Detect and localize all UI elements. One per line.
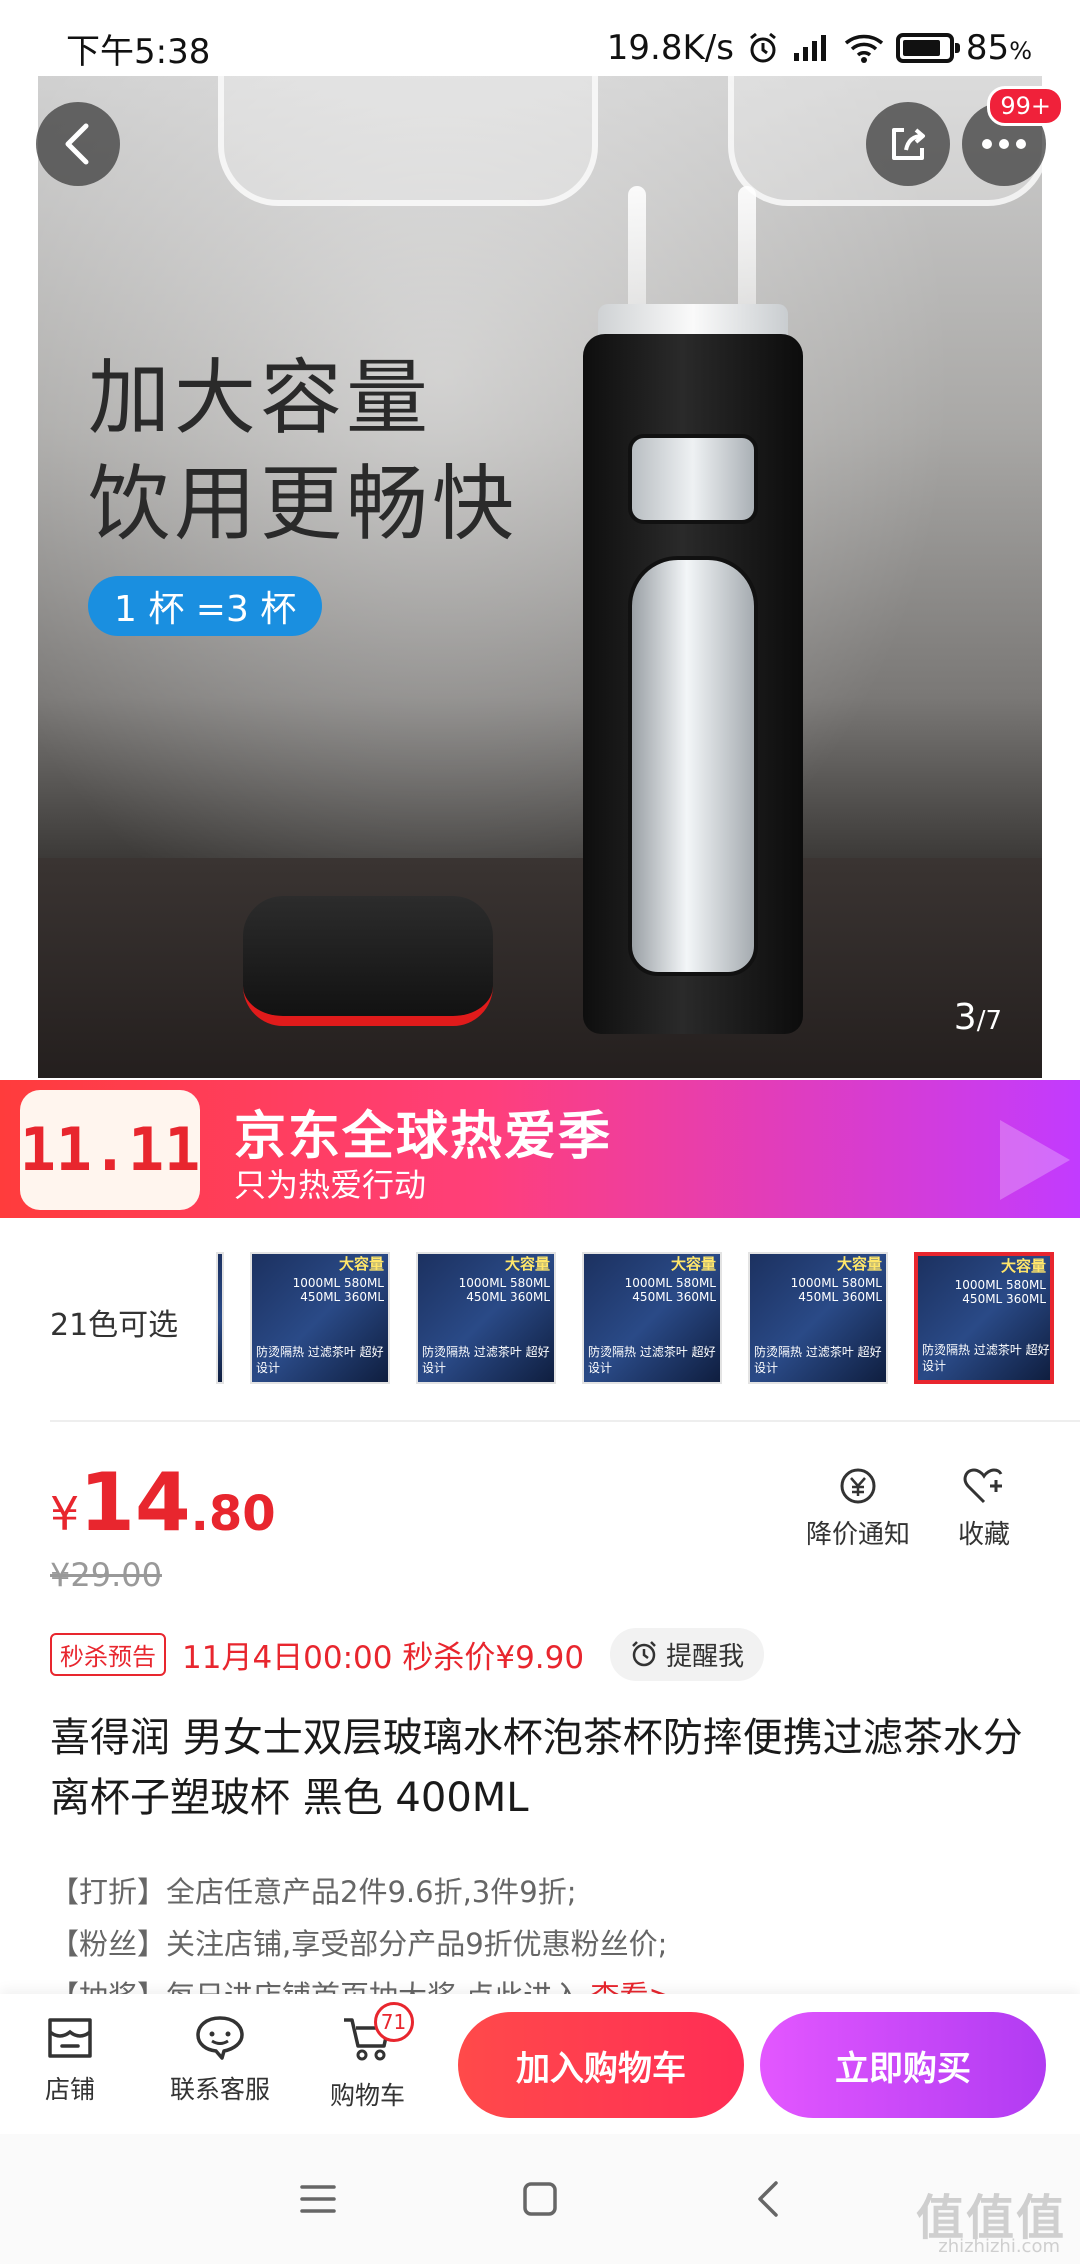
price-alert-button[interactable]: 降价通知 <box>806 1466 910 1551</box>
original-price: ¥29.00 <box>50 1556 162 1594</box>
color-thumb-partial[interactable] <box>216 1252 224 1384</box>
price-alert-label: 降价通知 <box>806 1520 911 1550</box>
menu-icon <box>300 2185 336 2213</box>
current-price: ¥14.80 <box>50 1456 276 1549</box>
back-triangle-icon <box>758 2181 778 2217</box>
menu-nav-button[interactable] <box>288 2174 348 2224</box>
chat-icon <box>196 2016 244 2060</box>
thumb-features: 防烫隔热 过滤茶叶 超好设计 <box>422 1345 550 1375</box>
thumb-heading: 大容量 <box>338 1255 384 1273</box>
thumb-sizes: 1000ML 580ML 450ML 360ML <box>954 1278 1046 1306</box>
shop-icon <box>48 2018 92 2058</box>
promo-subtitle: 只为热爱行动 <box>234 1166 427 1204</box>
cart-label: 购物车 <box>330 2081 406 2110</box>
promo-tag: 11.11 <box>20 1090 200 1210</box>
battery-percent: 85% <box>965 28 1032 68</box>
network-speed: 19.8K/s <box>606 28 734 68</box>
headline-line-2: 饮用更畅快 <box>88 457 519 552</box>
thumb-features: 防烫隔热 过滤茶叶 超好设计 <box>588 1345 716 1375</box>
signal-icon <box>792 33 832 63</box>
buy-now-button[interactable]: 立即购买 <box>760 2012 1046 2118</box>
battery-icon <box>895 33 960 63</box>
notification-badge: 99+ <box>987 86 1064 126</box>
heart-icon <box>963 1468 1003 1504</box>
thumb-features: 防烫隔热 过滤茶叶 超好设计 <box>256 1345 384 1375</box>
favorite-button[interactable]: 收藏 <box>958 1466 1010 1551</box>
more-button[interactable]: 99+ <box>962 86 1064 186</box>
color-selector: 21色可选 大容量 1000ML 580ML 450ML 360ML 防烫隔热 … <box>0 1248 1080 1388</box>
image-pager: 3/7 <box>953 997 1002 1038</box>
flash-sale-info: 11月4日00:00 秒杀价¥9.90 <box>182 1639 585 1676</box>
color-thumb-selected[interactable]: 大容量 1000ML 580ML 450ML 360ML 防烫隔热 过滤茶叶 超… <box>914 1252 1054 1384</box>
promo-banner[interactable]: 11.11 京东全球热爱季 只为热爱行动 <box>0 1080 1080 1218</box>
promo-decoration <box>1000 1120 1070 1200</box>
price-decimal: .80 <box>190 1486 276 1542</box>
thumb-sizes: 1000ML 580ML 450ML 360ML <box>624 1276 716 1304</box>
thumb-sizes: 1000ML 580ML 450ML 360ML <box>292 1276 384 1304</box>
share-button[interactable] <box>866 102 950 186</box>
thumb-heading: 大容量 <box>1000 1257 1046 1275</box>
alarm-icon <box>746 31 780 65</box>
thumb-sizes: 1000ML 580ML 450ML 360ML <box>790 1276 882 1304</box>
glass-left <box>218 76 598 206</box>
cart-button[interactable]: 71 购物车 <box>330 2002 414 2112</box>
share-icon <box>892 128 925 160</box>
thumb-features: 防烫隔热 过滤茶叶 超好设计 <box>754 1345 882 1375</box>
capacity-badge: 1 杯 =3 杯 <box>88 576 323 636</box>
flash-sale-row: 秒杀预告 11月4日00:00 秒杀价¥9.90 提醒我 <box>50 1627 765 1681</box>
customer-service-label: 联系客服 <box>170 2075 271 2104</box>
bottle-window-main <box>628 556 758 976</box>
home-square-icon <box>523 2182 557 2216</box>
headline-line-1: 加大容量 <box>88 351 433 446</box>
thumb-sizes: 1000ML 580ML 450ML 360ML <box>458 1276 550 1304</box>
section-divider <box>50 1420 1080 1422</box>
promo-title: 京东全球热爱季 <box>234 1107 613 1167</box>
back-button[interactable] <box>36 102 120 186</box>
thumb-heading: 大容量 <box>836 1255 882 1273</box>
bottom-action-bar: 店铺 联系客服 71 购物车 加入购物车 立即购买 <box>0 1994 1080 2134</box>
customer-service-button[interactable]: 联系客服 <box>170 2012 270 2106</box>
add-to-cart-button[interactable]: 加入购物车 <box>458 2012 744 2118</box>
favorite-label: 收藏 <box>958 1520 1011 1550</box>
remind-me-button[interactable]: 提醒我 <box>610 1627 765 1681</box>
color-thumb[interactable]: 大容量 1000ML 580ML 450ML 360ML 防烫隔热 过滤茶叶 超… <box>416 1252 556 1384</box>
color-count-label: 21色可选 <box>50 1308 179 1343</box>
home-nav-button[interactable] <box>510 2174 570 2224</box>
thumb-heading: 大容量 <box>670 1255 716 1273</box>
shop-label: 店铺 <box>44 2075 95 2104</box>
cart-count-badge: 71 <box>373 2002 414 2042</box>
wifi-icon <box>844 33 884 63</box>
cart-icon-wrap: 71 <box>340 2002 414 2070</box>
status-time: 下午5:38 <box>66 31 211 72</box>
image-headline: 加大容量 饮用更畅快 <box>88 346 518 558</box>
back-nav-button[interactable] <box>738 2174 798 2224</box>
product-image-carousel[interactable]: 加大容量 饮用更畅快 1 杯 =3 杯 3/7 <box>38 76 1042 1078</box>
color-thumb[interactable]: 大容量 1000ML 580ML 450ML 360ML 防烫隔热 过滤茶叶 超… <box>582 1252 722 1384</box>
back-arrow-icon <box>65 123 89 165</box>
remind-me-label: 提醒我 <box>666 1641 745 1672</box>
thumb-features: 防烫隔热 过滤茶叶 超好设计 <box>922 1343 1050 1373</box>
color-thumb[interactable]: 大容量 1000ML 580ML 450ML 360ML 防烫隔热 过滤茶叶 超… <box>748 1252 888 1384</box>
status-right: 19.8K/s 85% <box>607 28 1032 68</box>
alarm-clock-icon <box>632 1641 656 1667</box>
image-table-surface <box>38 858 1042 1078</box>
price-integer: 14 <box>79 1456 191 1549</box>
price-symbol: ¥ <box>50 1487 80 1541</box>
price-alert-icon <box>840 1468 876 1504</box>
product-title: 喜得润 男女士双层玻璃水杯泡茶杯防摔便携过滤茶水分离杯子塑玻杯 黑色 400ML <box>50 1715 1023 1821</box>
promotion-item: 【粉丝】关注店铺,享受部分产品9折优惠粉丝价; <box>50 1927 668 1961</box>
shop-button[interactable]: 店铺 <box>44 2012 96 2106</box>
flash-sale-tag: 秒杀预告 <box>50 1632 166 1676</box>
watermark-site: zhizhizhi.com <box>938 2236 1060 2257</box>
thumb-heading: 大容量 <box>504 1255 550 1273</box>
color-thumb[interactable]: 大容量 1000ML 580ML 450ML 360ML 防烫隔热 过滤茶叶 超… <box>250 1252 390 1384</box>
promotion-item: 【打折】全店任意产品2件9.6折,3件9折; <box>50 1875 577 1909</box>
bottle-cap <box>243 896 493 1026</box>
bottle-window-top <box>628 434 758 524</box>
more-dots-icon <box>982 139 1026 149</box>
